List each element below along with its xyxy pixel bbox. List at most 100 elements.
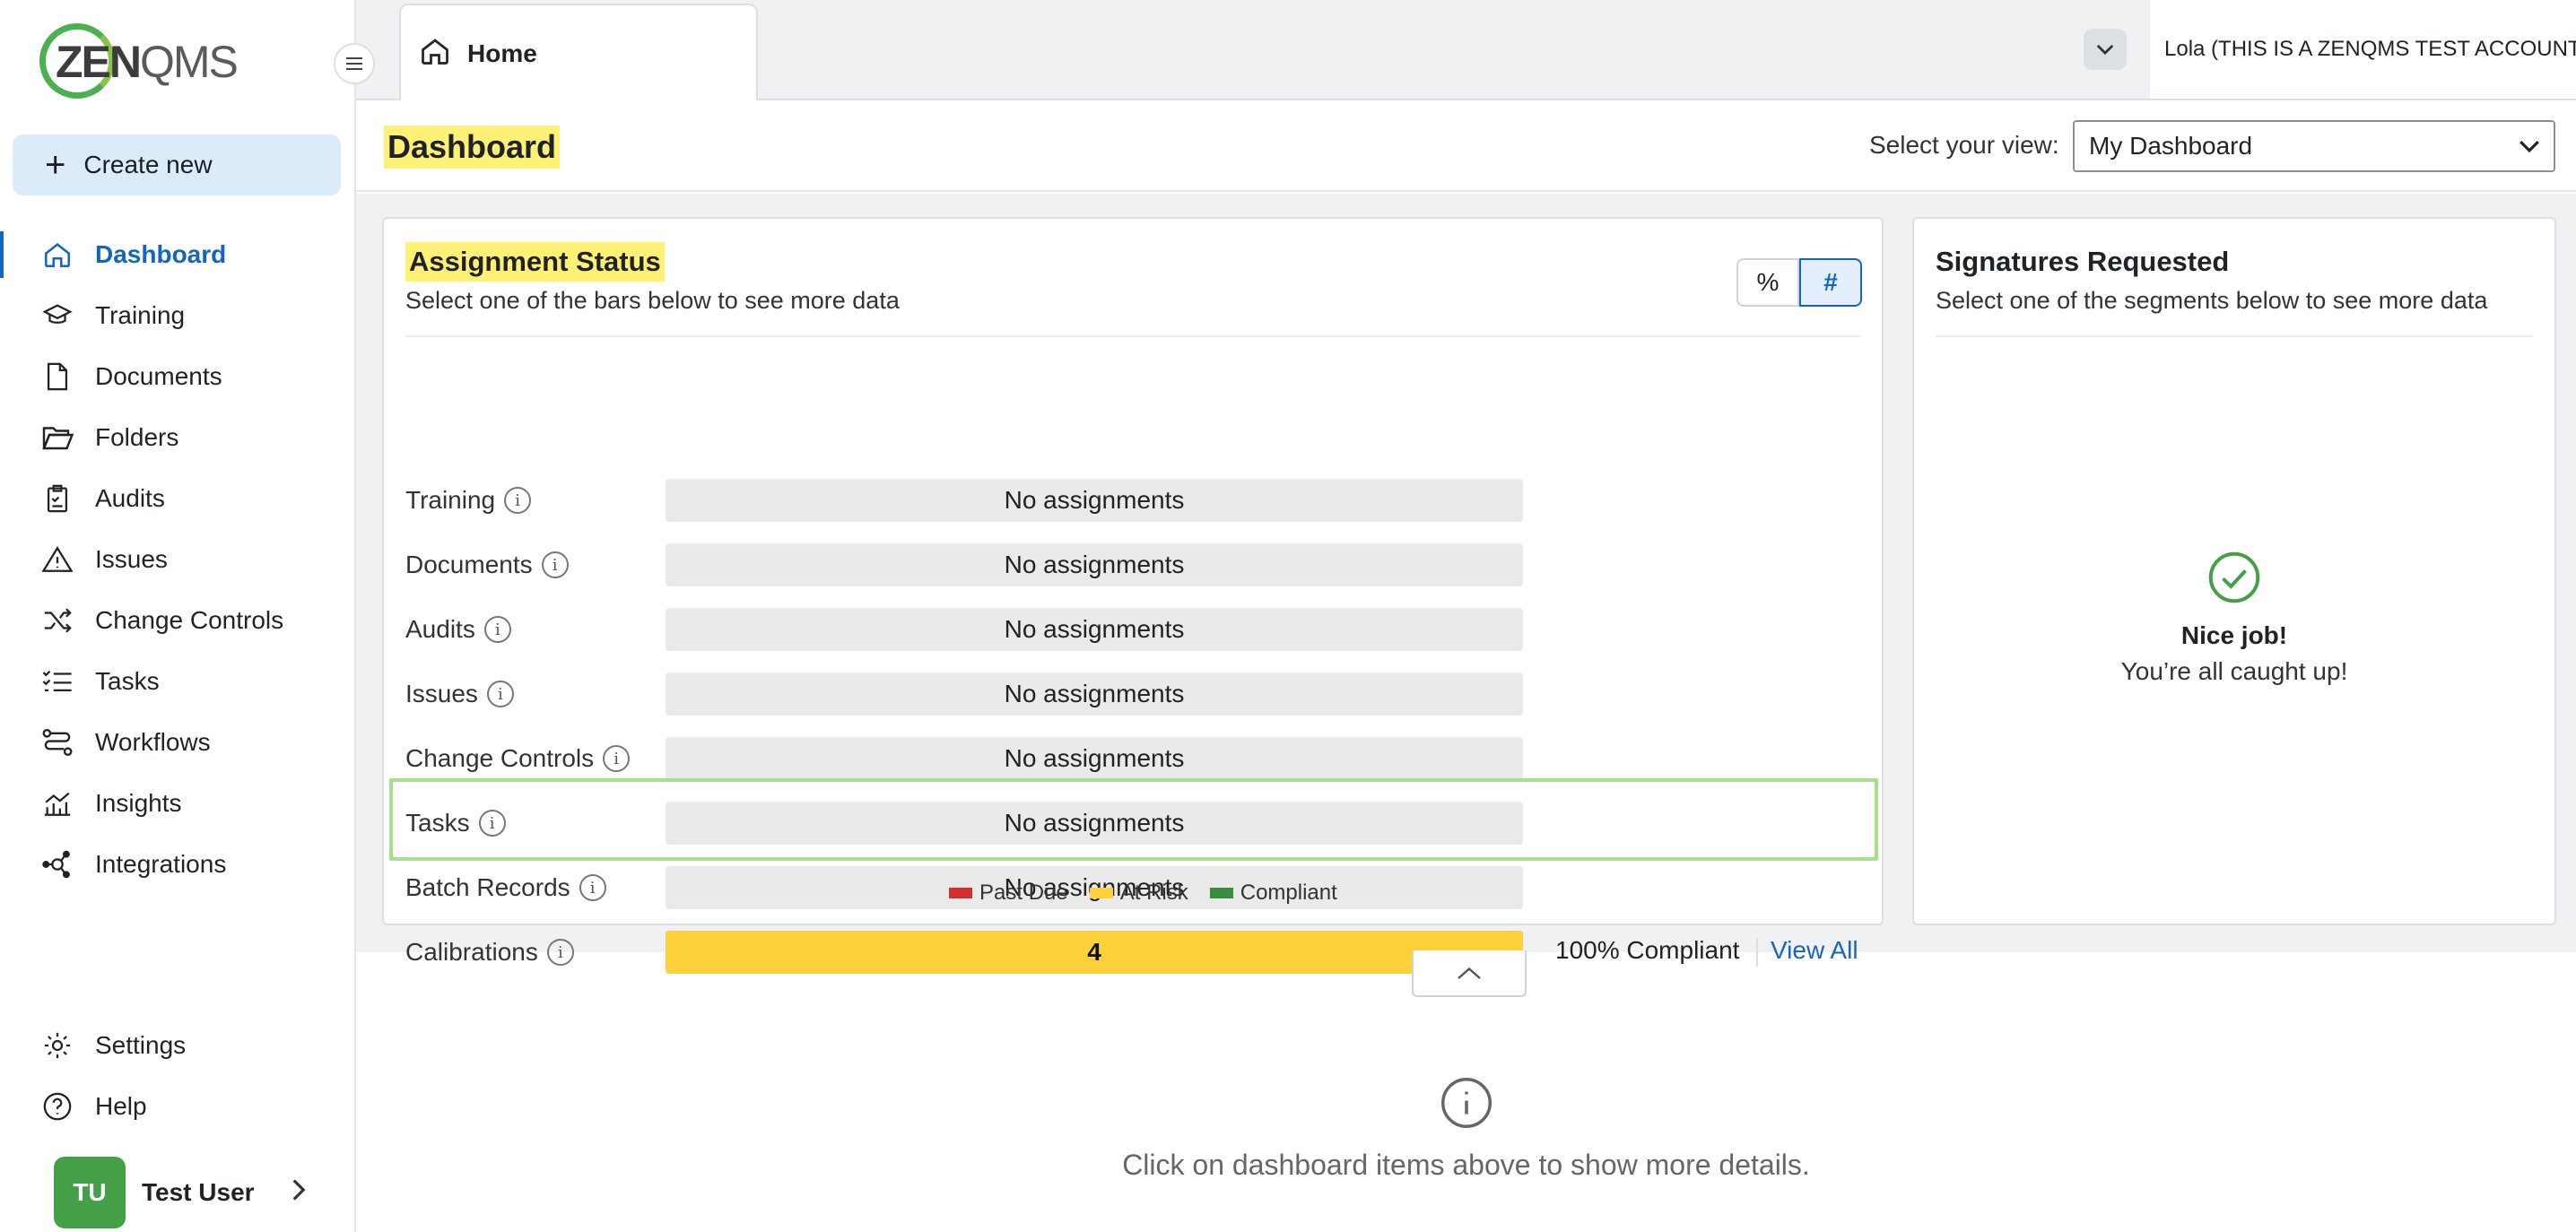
chart-legend: Past Due At Risk Compliant [949, 881, 1359, 906]
assignment-status-card: Assignment Status Select one of the bars… [382, 217, 1884, 974]
details-hint-text: Click on dashboard items above to show m… [1122, 1149, 1810, 1181]
checklist-icon [41, 665, 74, 698]
shuffle-icon [41, 604, 74, 637]
sidebar-item-integrations[interactable]: Integrations [0, 834, 354, 895]
row-label: Issues i [405, 676, 514, 712]
assignment-row-issues: Issues i No assignments [384, 672, 1882, 716]
tab-home[interactable]: Home [399, 4, 758, 102]
legend-item-compliant: Compliant [1209, 881, 1337, 906]
sidebar-item-label: Help [95, 1092, 147, 1120]
help-icon [41, 1090, 74, 1123]
percent-toggle-button[interactable]: % [1736, 258, 1799, 307]
info-icon[interactable]: i [603, 745, 631, 772]
sidebar-item-settings[interactable]: Settings [0, 1015, 354, 1076]
sidebar-item-label: Issues [95, 545, 168, 573]
chevron-up-icon [1458, 967, 1481, 979]
card-title: Signatures Requested [1936, 246, 2230, 277]
account-name[interactable]: Lola (THIS IS A ZENQMS TEST ACCOUNT) [2150, 0, 2576, 99]
info-icon[interactable]: i [486, 681, 514, 707]
sidebar-item-tasks[interactable]: Tasks [0, 651, 354, 712]
check-circle-icon [2207, 551, 2261, 609]
view-select[interactable]: My Dashboard [2073, 120, 2555, 172]
assignment-bar[interactable]: No assignments [666, 608, 1523, 651]
home-icon [419, 35, 451, 74]
sidebar-item-label: Change Controls [95, 606, 284, 634]
top-bar: Home Lola (THIS IS A ZENQMS TEST ACCOUNT… [356, 0, 2576, 102]
info-icon[interactable]: i [504, 487, 532, 514]
sidebar-item-label: Settings [95, 1031, 187, 1059]
info-icon[interactable]: i [546, 939, 574, 966]
user-name: Test User [142, 1178, 255, 1206]
document-icon [41, 360, 74, 393]
sidebar-item-label: Workflows [95, 728, 211, 756]
workflow-icon [41, 726, 74, 759]
sidebar-item-label: Insights [95, 789, 182, 817]
plus-icon: + [45, 145, 66, 185]
row-label: Batch Records i [405, 870, 606, 906]
sidebar-item-label: Documents [95, 362, 222, 390]
gear-icon [41, 1029, 74, 1062]
legend-item-past-due: Past Due [949, 881, 1068, 906]
sidebar-item-help[interactable]: Help [0, 1076, 354, 1137]
warning-icon [41, 543, 74, 576]
sidebar-item-audits[interactable]: Audits [0, 468, 354, 529]
assignment-bar[interactable]: No assignments [666, 479, 1523, 522]
calibrations-highlight [389, 778, 1878, 861]
card-title: Assignment Status [405, 242, 665, 282]
view-select-label: Select your view: [1869, 131, 2059, 159]
collapse-panel-button[interactable] [1412, 950, 1527, 997]
view-all-link[interactable]: View All [1771, 936, 1858, 965]
insights-icon [41, 787, 74, 820]
sidebar-item-label: Dashboard [95, 240, 227, 268]
assignment-bar[interactable]: 4 [666, 931, 1523, 974]
sidebar-item-issues[interactable]: Issues [0, 529, 354, 590]
assignment-bar[interactable]: No assignments [666, 543, 1523, 586]
chevron-down-icon [2096, 44, 2114, 56]
sidebar-item-dashboard[interactable]: Dashboard [0, 224, 354, 285]
compliance-text: 100% Compliant [1555, 936, 1740, 964]
divider [1936, 335, 2533, 337]
sidebar-item-training[interactable]: Training [0, 285, 354, 346]
sidebar-item-label: Integrations [95, 850, 227, 878]
zenqms-logo[interactable]: ZENQMS [39, 23, 246, 99]
sidebar-item-documents[interactable]: Documents [0, 346, 354, 407]
folder-icon [41, 421, 74, 454]
info-icon[interactable]: i [579, 874, 606, 901]
sidebar-item-change-controls[interactable]: Change Controls [0, 590, 354, 651]
sidebar-item-folders[interactable]: Folders [0, 407, 354, 468]
empty-state: Nice job! You’re all caught up! [1914, 551, 2554, 686]
sidebar-item-workflows[interactable]: Workflows [0, 712, 354, 773]
integrations-icon [41, 848, 74, 881]
sidebar-item-label: Training [95, 301, 186, 329]
details-hint: Click on dashboard items above to show m… [356, 1076, 2576, 1182]
assignment-bar[interactable]: No assignments [666, 737, 1523, 780]
legend-swatch [1209, 888, 1233, 898]
info-icon[interactable]: i [541, 551, 569, 578]
sidebar-item-insights[interactable]: Insights [0, 773, 354, 834]
sidebar-item-label: Audits [95, 484, 165, 512]
row-label: Change Controls i [405, 741, 631, 777]
row-label: Documents i [405, 547, 569, 583]
create-new-button[interactable]: + Create new [13, 134, 341, 195]
row-label: Audits i [405, 612, 511, 647]
sidebar-toggle-button[interactable] [334, 43, 375, 84]
count-toggle-button[interactable]: # [1799, 258, 1862, 307]
user-menu[interactable]: TU Test User [54, 1157, 307, 1228]
account-dropdown-button[interactable] [2084, 29, 2127, 70]
chevron-down-icon [2518, 133, 2541, 166]
chevron-right-icon [291, 1176, 307, 1210]
clipboard-icon [41, 482, 74, 515]
assignment-row-audits: Audits i No assignments [384, 608, 1882, 651]
create-new-label: Create new [83, 151, 213, 178]
assignment-bar[interactable]: No assignments [666, 672, 1523, 716]
sidebar: ZENQMS + Create new Dashboard Training D… [0, 0, 356, 1232]
avatar: TU [54, 1157, 126, 1228]
info-icon[interactable]: i [483, 616, 511, 643]
assignment-row-change-controls: Change Controls i No assignments [384, 737, 1882, 780]
home-icon [41, 239, 74, 271]
sidebar-bottom-nav: Settings Help [0, 1015, 354, 1137]
logo-text: ZENQMS [56, 37, 239, 87]
menu-icon [346, 63, 362, 65]
legend-swatch [949, 888, 972, 898]
sidebar-item-label: Tasks [95, 667, 160, 695]
